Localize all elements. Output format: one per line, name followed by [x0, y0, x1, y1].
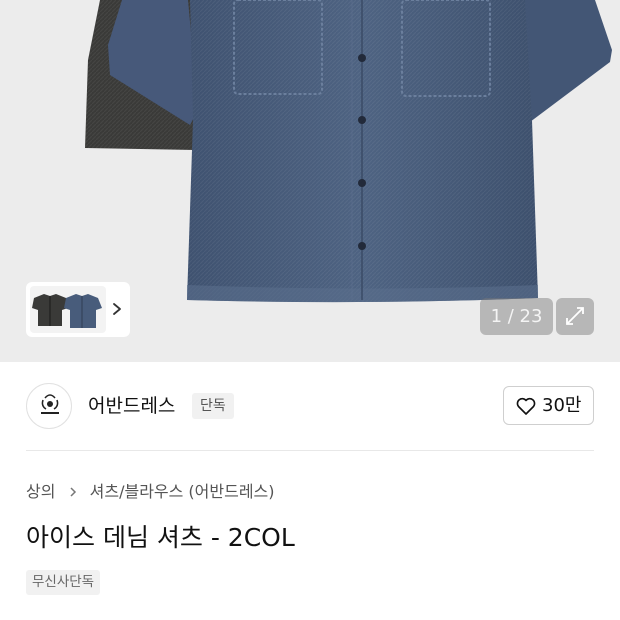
exclusive-badge: 무신사단독 [26, 570, 101, 595]
expand-icon [566, 307, 584, 325]
breadcrumb-item-category[interactable]: 셔츠/블라우스 (어반드레스) [90, 478, 275, 506]
image-counter: 1 / 23 [480, 298, 553, 335]
heart-icon [516, 397, 536, 415]
thumbnail-strip[interactable] [26, 282, 130, 337]
expand-button[interactable] [556, 298, 594, 335]
brand-name[interactable]: 어반드레스 [88, 392, 175, 420]
brand-row: 어반드레스 단독 30만 [0, 362, 620, 450]
chevron-right-icon [67, 478, 79, 506]
brand-logo-icon[interactable] [26, 383, 72, 429]
chevron-right-icon[interactable] [108, 298, 126, 320]
like-count: 30만 [542, 395, 582, 416]
shirt-thumbnail[interactable] [30, 286, 106, 333]
denim-sleeve-right [520, 0, 612, 122]
divider [26, 450, 594, 451]
breadcrumb-item-top[interactable]: 상의 [26, 478, 55, 506]
exclusive-tag: 단독 [192, 393, 234, 419]
like-button[interactable]: 30만 [503, 386, 594, 425]
breadcrumb: 상의 셔츠/블라우스 (어반드레스) [26, 478, 275, 506]
product-gallery[interactable]: 1 / 23 [0, 0, 620, 362]
product-title: 아이스 데님 셔츠 - 2COL [26, 523, 295, 552]
